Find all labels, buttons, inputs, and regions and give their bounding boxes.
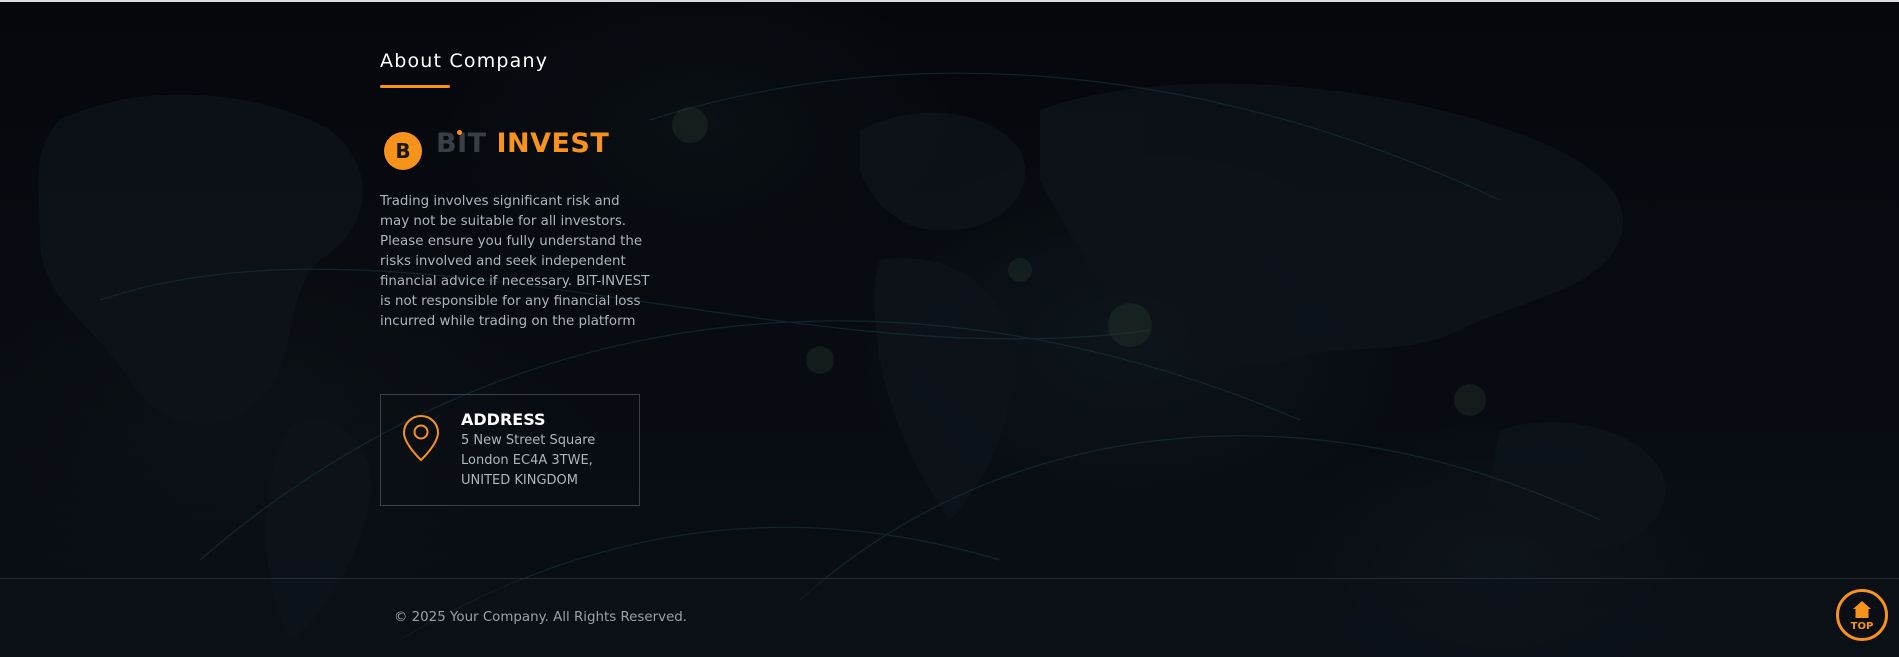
copyright-text: © 2025 Your Company. All Rights Reserved… [394, 610, 688, 625]
heading-underline [380, 85, 450, 88]
logo-text-invest: INVEST [496, 128, 610, 159]
risk-disclaimer: Trading involves significant risk and ma… [380, 194, 650, 329]
logo-wordmark: BIT INVEST [436, 128, 609, 159]
copyright-bar [0, 579, 1899, 657]
world-map-background [38, 72, 1666, 641]
address-title: ADDRESS [461, 410, 546, 429]
address-card: ADDRESS 5 New Street Square London EC4A … [380, 394, 640, 506]
back-to-top-button[interactable]: TOP [1836, 589, 1888, 641]
home-icon [1853, 601, 1871, 618]
address-line-street: 5 New Street Square [461, 433, 596, 448]
logo-text-bit: BIT [436, 128, 496, 159]
bitcoin-icon: B [384, 132, 422, 170]
top-button-label: TOP [1850, 621, 1874, 632]
map-pin-icon [402, 414, 440, 462]
about-company-heading: About Company [380, 50, 549, 72]
address-line-city: London EC4A 3TWE, [461, 453, 593, 468]
coin-symbol: B [395, 139, 411, 163]
address-line-country: UNITED KINGDOM [461, 473, 578, 488]
footer-section: About Company B BIT INVEST Trading invol… [0, 0, 1899, 657]
logo-accent-dot [457, 130, 462, 135]
